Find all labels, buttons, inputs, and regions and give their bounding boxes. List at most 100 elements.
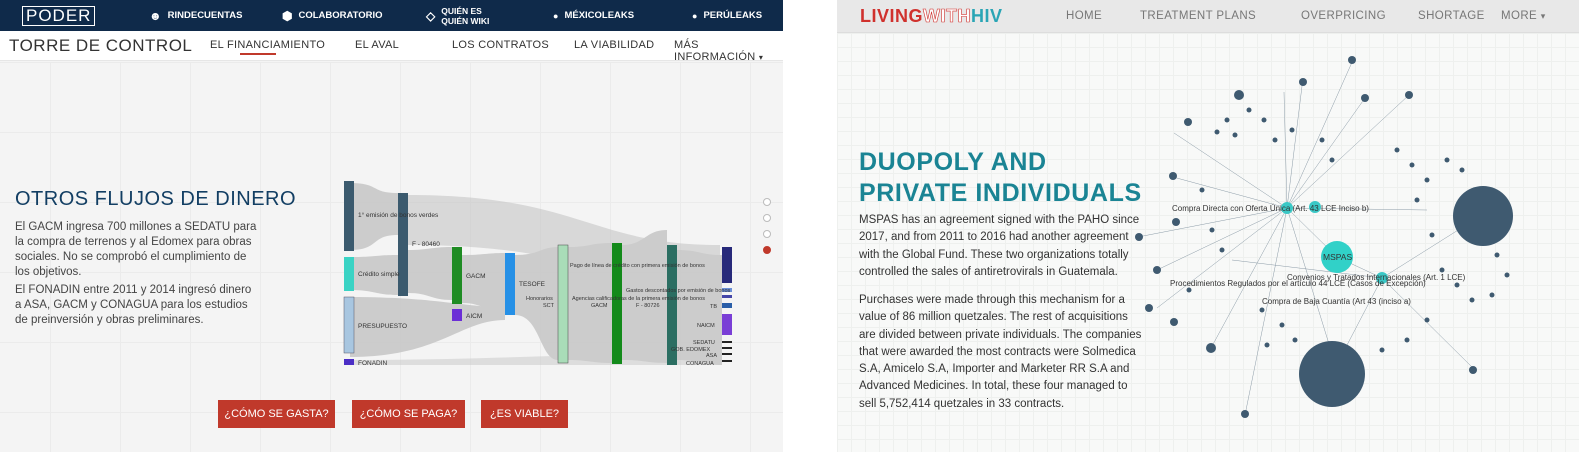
tab-viabilidad[interactable]: LA VIABILIDAD bbox=[574, 39, 654, 51]
topnav-quien-es-quien[interactable]: ◇ QUIÉN ES QUIÉN WIKI bbox=[426, 0, 499, 31]
nav-treatment-plans[interactable]: TREATMENT PLANS bbox=[1140, 10, 1256, 22]
paragraph-2: El FONADIN entre 2011 y 2014 ingresó din… bbox=[15, 284, 252, 326]
node bbox=[1199, 187, 1205, 193]
node bbox=[1299, 341, 1365, 407]
node bbox=[1232, 132, 1238, 138]
cube-icon: ⬢ bbox=[282, 8, 293, 23]
node-presupuesto[interactable] bbox=[343, 296, 355, 354]
topnav-rindecuentas[interactable]: ☻ RINDECUENTAS bbox=[149, 0, 242, 31]
sankey-label: TB bbox=[710, 304, 717, 310]
network-graph: MSPAS Compra Directa con Oferta Única (A… bbox=[1135, 56, 1513, 418]
node-naicm[interactable] bbox=[722, 314, 732, 335]
node bbox=[1184, 118, 1192, 126]
tab-mas-informacion[interactable]: MÁS INFORMACIÓN ▾ bbox=[674, 39, 783, 63]
tab-aval[interactable]: EL AVAL bbox=[355, 39, 399, 51]
pager-dot[interactable] bbox=[763, 230, 771, 238]
network-label: Procedimientos Regulados por el artículo… bbox=[1170, 279, 1426, 288]
flow bbox=[462, 253, 505, 313]
nav-overpricing[interactable]: OVERPRICING bbox=[1301, 10, 1386, 22]
node bbox=[1224, 117, 1230, 123]
drop-icon: ● bbox=[553, 10, 559, 21]
node bbox=[1209, 227, 1215, 233]
node bbox=[1429, 232, 1435, 238]
node-f80460[interactable] bbox=[398, 193, 408, 296]
topnav-label: RINDECUENTAS bbox=[167, 10, 243, 21]
node bbox=[1153, 266, 1161, 274]
node-aicm[interactable] bbox=[452, 309, 462, 321]
tab-financiamiento[interactable]: EL FINANCIAMIENTO bbox=[210, 39, 325, 55]
sankey-label: GACM bbox=[591, 303, 608, 309]
node bbox=[1219, 247, 1225, 253]
sankey-label: ASA bbox=[706, 353, 717, 359]
como-se-gasta-button[interactable]: ¿CÓMO SE GASTA? bbox=[218, 400, 335, 428]
sankey-diagram: 1° emisión de bonos verdes Crédito simpl… bbox=[343, 181, 732, 367]
nav-more[interactable]: MORE ▾ bbox=[1501, 10, 1546, 22]
edge bbox=[1381, 277, 1476, 371]
node bbox=[1299, 78, 1307, 86]
node bbox=[1424, 317, 1430, 323]
top-bar: PODER ☻ RINDECUENTAS ⬢ COLABORATORIO ◇ Q… bbox=[0, 0, 783, 31]
node-gob-edomex[interactable] bbox=[722, 347, 732, 349]
site-title[interactable]: TORRE DE CONTROL bbox=[9, 36, 192, 56]
node bbox=[1241, 410, 1249, 418]
node bbox=[1379, 347, 1385, 353]
tab-label: MÁS INFORMACIÓN bbox=[674, 39, 756, 63]
tab-contratos[interactable]: LOS CONTRATOS bbox=[452, 39, 549, 51]
topnav-peruleaks[interactable]: ● PERÚLEAKS bbox=[692, 0, 762, 31]
topnav-colaboratorio[interactable]: ⬢ COLABORATORIO bbox=[282, 0, 383, 31]
pager-dot[interactable] bbox=[763, 214, 771, 222]
sankey-label: FONADIN bbox=[358, 360, 388, 367]
section-title: DUOPOLY AND PRIVATE INDIVIDUALS bbox=[859, 147, 1142, 209]
flow bbox=[408, 247, 452, 300]
section-heading: OTROS FLUJOS DE DINERO bbox=[15, 188, 297, 210]
node-gacm[interactable] bbox=[452, 247, 462, 304]
node-small-2[interactable] bbox=[722, 295, 732, 298]
nav-home[interactable]: HOME bbox=[1066, 10, 1102, 22]
topnav-label: MÉXICOLEAKS bbox=[564, 10, 635, 21]
node-sedatu[interactable] bbox=[722, 341, 732, 343]
network-label-mspas: MSPAS bbox=[1323, 252, 1352, 262]
network-nodes bbox=[1135, 56, 1513, 418]
pager-dot-active[interactable] bbox=[763, 246, 771, 254]
node bbox=[1439, 267, 1445, 273]
sankey-label: PRESUPUESTO bbox=[358, 323, 407, 330]
node-conagua[interactable] bbox=[722, 360, 732, 362]
node-credito-simple[interactable] bbox=[344, 257, 354, 291]
edge bbox=[1286, 94, 1410, 209]
topnav-mexicoleaks[interactable]: ● MÉXICOLEAKS bbox=[553, 0, 634, 31]
node bbox=[1261, 117, 1267, 123]
node bbox=[1145, 304, 1153, 312]
poder-logo[interactable]: PODER bbox=[22, 6, 96, 26]
node bbox=[1361, 94, 1369, 102]
node-tesofe[interactable] bbox=[505, 253, 515, 315]
como-se-paga-button[interactable]: ¿CÓMO SE PAGA? bbox=[352, 400, 465, 428]
node bbox=[1469, 297, 1475, 303]
sankey-label: GOB. EDOMEX bbox=[671, 347, 710, 353]
node bbox=[1409, 162, 1415, 168]
node-pago[interactable] bbox=[557, 244, 569, 364]
node-gastos[interactable] bbox=[612, 243, 622, 364]
sub-nav: TORRE DE CONTROL EL FINANCIAMIENTO EL AV… bbox=[0, 31, 783, 63]
es-viable-button[interactable]: ¿ES VIABLE? bbox=[481, 400, 568, 428]
node-bonos-verdes[interactable] bbox=[344, 181, 354, 251]
node bbox=[1453, 186, 1513, 246]
node-bonos-out[interactable] bbox=[722, 247, 732, 283]
network-hub-nodes bbox=[1281, 201, 1388, 284]
node-tb[interactable] bbox=[722, 303, 732, 308]
node bbox=[1414, 197, 1420, 203]
node-asa[interactable] bbox=[722, 353, 732, 355]
sankey-label: Pago de línea de crédito con primera emi… bbox=[570, 263, 705, 269]
pager-dot[interactable] bbox=[763, 198, 771, 206]
drop-icon: ● bbox=[692, 10, 698, 21]
brand-part: LIVING bbox=[860, 6, 924, 26]
node-fonadin[interactable] bbox=[344, 359, 354, 365]
paragraph-1: MSPAS has an agreement signed with the P… bbox=[859, 214, 1140, 278]
edge bbox=[1283, 91, 1288, 209]
caret-down-icon: ▾ bbox=[758, 53, 764, 62]
nav-shortage[interactable]: SHORTAGE bbox=[1418, 10, 1485, 22]
network-label: Compra de Baja Cuantía (Art 43 (inciso a… bbox=[1262, 297, 1411, 306]
node bbox=[1459, 167, 1465, 173]
living-with-hiv-logo[interactable]: LIVINGWITHHIV bbox=[860, 6, 1003, 27]
slide-pager bbox=[763, 198, 771, 262]
node bbox=[1170, 318, 1178, 326]
